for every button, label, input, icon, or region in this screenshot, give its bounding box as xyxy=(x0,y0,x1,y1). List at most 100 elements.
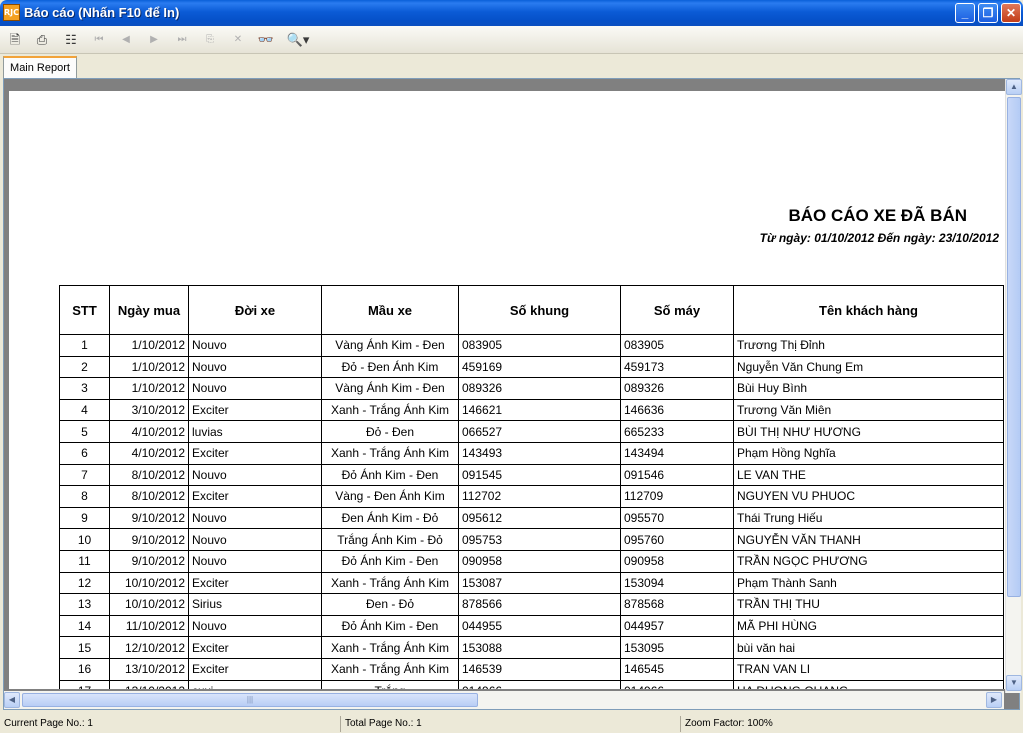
table-cell: 10/10/2012 xyxy=(109,571,189,595)
table-cell: 6 xyxy=(59,441,110,465)
minimize-button[interactable]: _ xyxy=(955,3,975,23)
table-cell: Trắng Ánh Kim - Đỏ xyxy=(321,528,459,551)
scroll-left-icon[interactable]: ◀ xyxy=(4,692,20,708)
table-cell: Trương Thị Đỉnh xyxy=(733,334,1004,357)
table-cell: Exciter xyxy=(188,398,322,422)
horizontal-scroll-thumb[interactable]: ||| xyxy=(22,693,478,707)
column-header-ngay-mua: Ngày mua xyxy=(109,285,189,335)
table-cell: 095753 xyxy=(458,528,621,551)
report-viewer: BÁO CÁO XE ĐÃ BÁN Từ ngày: 01/10/2012 Đế… xyxy=(3,78,1022,710)
column-header-mau-xe: Mầu xe xyxy=(321,285,459,335)
next-page-icon[interactable]: ▶ xyxy=(143,30,165,50)
table-cell: Nouvo xyxy=(188,549,322,573)
tab-strip: Main Report xyxy=(0,54,1023,78)
table-cell: 089326 xyxy=(458,377,621,400)
table-cell: 8 xyxy=(59,485,110,508)
table-cell: Nouvo xyxy=(188,377,322,400)
table-cell: 7 xyxy=(59,463,110,487)
table-cell: Đỏ - Đen xyxy=(321,420,459,443)
table-cell: Exciter xyxy=(188,657,322,681)
table-cell: TRẦN THỊ THU xyxy=(733,593,1004,616)
table-cell: 8/10/2012 xyxy=(109,485,189,508)
table-row: 13 10/10/2012 Sirius Đen - Đỏ 878566 878568 TR… xyxy=(59,593,1004,616)
table-cell: 044955 xyxy=(458,614,621,638)
table-cell: HA DUONG QUANG xyxy=(733,679,1004,689)
group-tree-icon[interactable]: ☷ xyxy=(60,30,82,50)
window-title: Báo cáo (Nhấn F10 để In) xyxy=(24,5,180,20)
table-row: 8 8/10/2012 Exciter Vàng - Đen Ánh Kim 11270… xyxy=(59,485,1004,508)
export-icon[interactable]: 🗎 xyxy=(4,30,26,50)
table-cell: NGUYỄN VĂN THANH xyxy=(733,528,1004,551)
scroll-down-icon[interactable]: ▼ xyxy=(1006,675,1022,691)
table-cell: NGUYEN VU PHUOC xyxy=(733,485,1004,508)
stop-icon[interactable]: ✕ xyxy=(227,30,249,50)
table-cell: 878568 xyxy=(620,593,734,616)
horizontal-scrollbar[interactable]: ◀ ||| ▶ xyxy=(4,691,1004,709)
table-cell: Nguyễn Văn Chung Em xyxy=(733,355,1004,379)
table-row: 12 10/10/2012 Exciter Xanh - Trắng Ánh Kim 1… xyxy=(59,571,1004,595)
last-page-icon[interactable]: ⏭ xyxy=(171,30,193,50)
report-subtitle: Từ ngày: 01/10/2012 Đến ngày: 23/10/2012 xyxy=(759,231,999,245)
table-cell: Phạm Hồng Nghĩa xyxy=(733,441,1004,465)
table-cell: Vàng Ánh Kim - Đen xyxy=(321,334,459,357)
table-cell: 090958 xyxy=(458,549,621,573)
table-cell: Đỏ - Đen Ánh Kim xyxy=(321,355,459,379)
status-zoom: Zoom Factor: 100% xyxy=(680,716,1020,732)
table-cell: 4/10/2012 xyxy=(109,420,189,443)
table-cell: Nouvo xyxy=(188,463,322,487)
table-cell: 1 xyxy=(59,334,110,357)
scroll-right-icon[interactable]: ▶ xyxy=(986,692,1002,708)
table-cell: luvias xyxy=(188,420,322,443)
table-cell: 143494 xyxy=(620,441,734,465)
prev-page-icon[interactable]: ◀ xyxy=(115,30,137,50)
tab-main-report[interactable]: Main Report xyxy=(3,56,77,78)
table-cell: TRAN VAN LI xyxy=(733,657,1004,681)
first-page-icon[interactable]: ⏮ xyxy=(88,30,110,50)
table-cell: 12/10/2012 xyxy=(109,636,189,659)
table-cell: 459173 xyxy=(620,355,734,379)
vertical-scroll-thumb[interactable] xyxy=(1007,97,1021,597)
table-cell: 146545 xyxy=(620,657,734,681)
table-cell: 9/10/2012 xyxy=(109,506,189,530)
table-cell: Vàng Ánh Kim - Đen xyxy=(321,377,459,400)
table-row: 3 1/10/2012 Nouvo Vàng Ánh Kim - Đen 089326 0… xyxy=(59,377,1004,400)
table-cell: LE VAN THE xyxy=(733,463,1004,487)
status-bar: Current Page No.: 1 Total Page No.: 1 Zo… xyxy=(0,714,1023,733)
table-cell: 091545 xyxy=(458,463,621,487)
table-cell: 153094 xyxy=(620,571,734,595)
maximize-button[interactable]: ❐ xyxy=(978,3,998,23)
table-cell: 15 xyxy=(59,636,110,659)
app-icon: RJC xyxy=(3,4,20,21)
table-cell: Nouvo xyxy=(188,334,322,357)
table-cell: Xanh - Trắng Ánh Kim xyxy=(321,636,459,659)
report-page: BÁO CÁO XE ĐÃ BÁN Từ ngày: 01/10/2012 Đế… xyxy=(9,91,1005,689)
table-cell: 146621 xyxy=(458,398,621,422)
vertical-scrollbar[interactable]: ▲ ▼ xyxy=(1005,79,1022,693)
table-cell: Vàng - Đen Ánh Kim xyxy=(321,485,459,508)
table-row: 16 13/10/2012 Exciter Xanh - Trắng Ánh Kim 1… xyxy=(59,657,1004,681)
close-button[interactable]: ✕ xyxy=(1001,3,1021,23)
report-title: BÁO CÁO XE ĐÃ BÁN xyxy=(788,206,967,225)
table-cell: 9/10/2012 xyxy=(109,549,189,573)
print-icon[interactable]: ⎙ xyxy=(31,30,53,50)
table-cell: 9/10/2012 xyxy=(109,528,189,551)
goto-page-icon[interactable]: ⎘ xyxy=(199,30,221,50)
table-cell: 153087 xyxy=(458,571,621,595)
table-cell: Nouvo xyxy=(188,528,322,551)
scroll-up-icon[interactable]: ▲ xyxy=(1006,79,1022,95)
table-cell: Exciter xyxy=(188,441,322,465)
table-cell: 1/10/2012 xyxy=(109,334,189,357)
table-cell: 095760 xyxy=(620,528,734,551)
table-cell: 146539 xyxy=(458,657,621,681)
zoom-icon[interactable]: 🔍▾ xyxy=(283,30,313,50)
table-row: 15 12/10/2012 Exciter Xanh - Trắng Ánh Kim 1… xyxy=(59,636,1004,659)
table-cell: 090958 xyxy=(620,549,734,573)
table-cell: 143493 xyxy=(458,441,621,465)
table-cell: Nouvo xyxy=(188,355,322,379)
table-cell: Trắng xyxy=(321,679,459,689)
table-cell: Xanh - Trắng Ánh Kim xyxy=(321,571,459,595)
table-cell: 17 xyxy=(59,679,110,689)
table-cell: 153095 xyxy=(620,636,734,659)
table-cell: 3/10/2012 xyxy=(109,398,189,422)
search-icon[interactable]: 👓 xyxy=(255,30,277,50)
